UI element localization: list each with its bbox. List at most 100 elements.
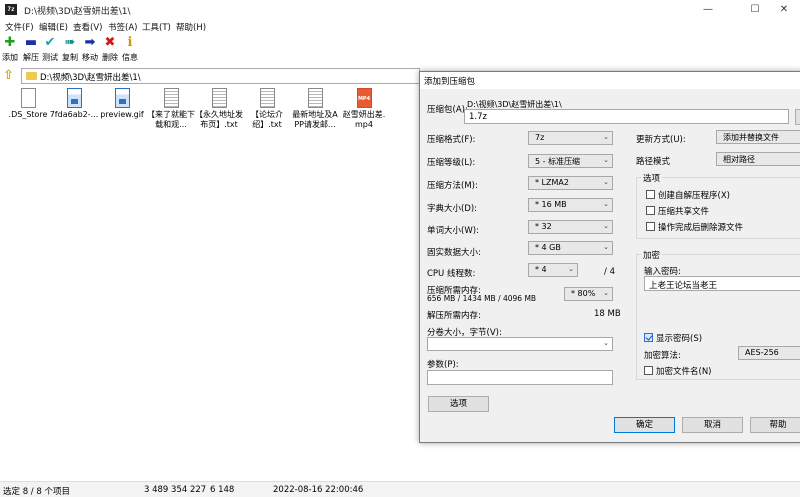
mem-decomp-label: 解压所需内存:	[427, 311, 481, 321]
show-password-label: 显示密码(S)	[656, 334, 703, 344]
add-button[interactable]: ✚ 添加	[0, 35, 20, 65]
dict-label: 字典大小(D):	[427, 204, 478, 214]
video-file-icon: MP4	[356, 88, 372, 108]
menu-help[interactable]: 帮助(H)	[176, 21, 206, 33]
sfx-checkbox[interactable]	[646, 190, 655, 199]
file-item[interactable]: 最新地址及APP请发邮...	[290, 86, 340, 146]
file-item[interactable]: preview.gif	[97, 86, 147, 146]
dict-select[interactable]: * 16 MB ⌄	[528, 198, 613, 212]
folder-up-icon[interactable]: ⇧	[3, 69, 17, 83]
encrypt-names-checkbox[interactable]	[644, 366, 653, 375]
file-item[interactable]: MP4 赵雪妍出差.mp4	[339, 86, 389, 146]
menu-view[interactable]: 查看(V)	[73, 21, 102, 33]
file-item[interactable]: .DS_Store	[3, 86, 53, 146]
file-item[interactable]: 7fda6ab2-...	[49, 86, 99, 146]
solid-value: * 4 GB	[535, 243, 561, 252]
update-value: 添加并替换文件	[723, 133, 779, 142]
copy-button[interactable]: ➠ 复制	[60, 35, 80, 65]
password-input[interactable]: 上老王论坛当老王	[644, 276, 800, 291]
status-bar: 选定 8 / 8 个项目 3 489 354 227 6 148 2022-08…	[0, 481, 800, 497]
encrypt-names-label: 加密文件名(N)	[656, 367, 712, 377]
shared-checkbox[interactable]	[646, 206, 655, 215]
archive-name-value: 1.7z	[469, 112, 487, 122]
ok-button[interactable]: 确定	[614, 417, 675, 433]
extract-label: 解压	[23, 53, 39, 62]
format-value: 7z	[535, 133, 545, 142]
image-file-icon	[66, 88, 82, 108]
menu-tools[interactable]: 工具(T)	[142, 21, 171, 33]
file-name: 赵雪妍出差.mp4	[342, 110, 386, 129]
info-button[interactable]: ℹ 信息	[120, 35, 140, 65]
level-value: 5 - 标准压缩	[535, 157, 581, 166]
mem-comp-detail: 656 MB / 1434 MB / 4096 MB	[427, 294, 537, 303]
file-item[interactable]: 【论坛介绍】.txt	[242, 86, 292, 146]
test-check-icon: ✔	[44, 35, 56, 50]
delete-x-icon: ✖	[104, 35, 116, 50]
toolbar: ✚ 添加 ▬ 解压 ✔ 测试 ➠ 复制 ➡ 移动 ✖ 删除 ℹ 信息	[0, 35, 430, 65]
options-group-label: 选项	[641, 172, 663, 184]
archive-name-input[interactable]: 1.7z	[464, 109, 789, 124]
file-name: preview.gif	[100, 110, 144, 119]
image-file-icon	[114, 88, 130, 108]
menu-edit[interactable]: 编辑(E)	[39, 21, 68, 33]
dialog-title: 添加到压缩包	[424, 77, 476, 87]
delete-source-checkbox[interactable]	[646, 222, 655, 231]
cpu-select[interactable]: * 4 ⌄	[528, 263, 578, 277]
minimize-button[interactable]: —	[690, 0, 726, 20]
test-button[interactable]: ✔ 测试	[40, 35, 60, 65]
enc-method-select[interactable]: AES-256	[738, 346, 800, 360]
pathmode-label: 路径模式	[636, 157, 671, 167]
move-button[interactable]: ➡ 移动	[80, 35, 100, 65]
chevron-down-icon: ⌄	[603, 133, 609, 141]
encryption-group-label: 加密	[641, 249, 663, 261]
word-select[interactable]: * 32 ⌄	[528, 220, 613, 234]
cpu-total: / 4	[604, 267, 615, 277]
params-input[interactable]	[427, 370, 613, 385]
solid-select[interactable]: * 4 GB ⌄	[528, 241, 613, 255]
status-packed: 6 148	[210, 485, 235, 495]
file-item[interactable]: 【来了就能下载和观...	[146, 86, 196, 146]
cancel-button[interactable]: 取消	[682, 417, 743, 433]
file-name: 【论坛介绍】.txt	[251, 110, 283, 129]
cpu-label: CPU 线程数:	[427, 269, 476, 279]
solid-label: 固实数据大小:	[427, 248, 481, 258]
chevron-down-icon: ⌄	[568, 265, 574, 273]
show-password-checkbox[interactable]	[644, 333, 653, 342]
level-select[interactable]: 5 - 标准压缩 ⌄	[528, 154, 613, 168]
mem-percent-select[interactable]: * 80% ⌄	[564, 287, 613, 301]
options-button[interactable]: 选项	[428, 396, 489, 412]
browse-button[interactable]	[795, 109, 800, 125]
delete-button[interactable]: ✖ 删除	[100, 35, 120, 65]
params-label: 参数(P):	[427, 360, 459, 370]
delete-label: 删除	[102, 53, 118, 62]
file-list: .DS_Store 7fda6ab2-... preview.gif 【来了就能…	[0, 86, 420, 481]
word-label: 单词大小(W):	[427, 226, 479, 236]
format-select[interactable]: 7z ⌄	[528, 131, 613, 145]
title-bar: 7z D:\视频\3D\赵雪妍出差\1\ — ☐ ✕	[0, 0, 800, 20]
extract-button[interactable]: ▬ 解压	[21, 35, 41, 65]
method-select[interactable]: * LZMA2 ⌄	[528, 176, 613, 190]
menu-file[interactable]: 文件(F)	[5, 21, 34, 33]
dialog-title-bar: 添加到压缩包	[420, 72, 800, 89]
move-label: 移动	[82, 53, 98, 62]
word-value: * 32	[535, 222, 552, 231]
pathmode-select[interactable]: 相对路径	[716, 152, 800, 166]
status-size: 3 489 354 227	[144, 485, 207, 495]
file-item[interactable]: 【永久地址发布页】.txt	[194, 86, 244, 146]
status-selected: 选定 8 / 8 个项目	[3, 487, 70, 497]
archive-label: 压缩包(A):	[427, 105, 468, 115]
chevron-down-icon: ⌄	[603, 339, 609, 347]
update-select[interactable]: 添加并替换文件	[716, 130, 800, 144]
split-select[interactable]: ⌄	[427, 337, 613, 351]
close-button[interactable]: ✕	[766, 0, 800, 20]
path-input[interactable]: D:\视频\3D\赵雪妍出差\1\	[21, 68, 420, 84]
menu-bookmarks[interactable]: 书签(A)	[108, 21, 137, 33]
help-button[interactable]: 帮助	[750, 417, 800, 433]
chevron-down-icon: ⌄	[603, 243, 609, 251]
chevron-down-icon: ⌄	[603, 289, 609, 297]
menu-bar: 文件(F) 编辑(E) 查看(V) 书签(A) 工具(T) 帮助(H)	[0, 20, 800, 34]
file-name: 【来了就能下载和观...	[147, 110, 195, 129]
delete-source-label: 操作完成后删除源文件	[658, 223, 744, 233]
chevron-down-icon: ⌄	[603, 222, 609, 230]
password-value: 上老王论坛当老王	[649, 281, 718, 291]
